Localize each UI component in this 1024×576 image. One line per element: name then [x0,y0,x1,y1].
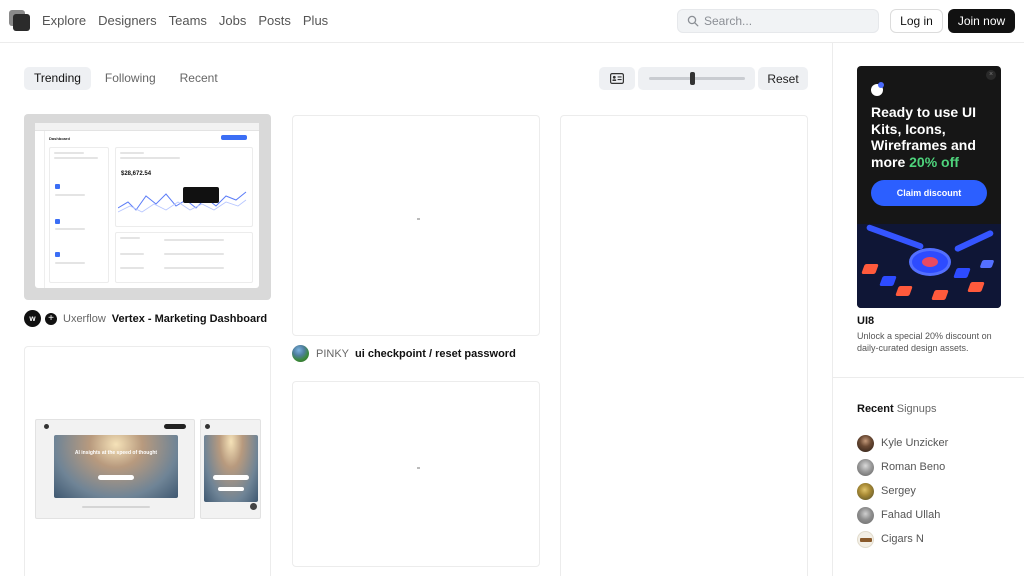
dashboard-preview: Dashboard $28,672.54 [35,123,259,288]
mobile-preview [200,419,261,519]
zoom-slider[interactable] [638,67,755,90]
signup-name: Sergey [881,485,916,497]
shot-title[interactable]: ui checkpoint / reset password [355,348,516,360]
w-logo-icon: w [29,314,36,323]
signup-name: Cigars N [881,533,924,545]
shot-thumbnail-landing[interactable]: AI insights at the speed of thought [24,346,271,576]
preview-header: Dashboard [49,136,70,141]
divider [833,377,1024,378]
shot-thumbnail-vertex[interactable]: Dashboard $28,672.54 [24,114,271,300]
desktop-preview: AI insights at the speed of thought [35,419,195,519]
nav-plus[interactable]: Plus [303,13,328,28]
plus-icon[interactable]: + [45,312,57,325]
tab-trending[interactable]: Trending [24,67,91,90]
nav-jobs[interactable]: Jobs [219,13,246,28]
login-button[interactable]: Log in [890,9,943,33]
avatar [857,530,874,548]
signup-item[interactable]: Kyle Unzicker [857,431,948,455]
id-card-icon [610,73,624,84]
shot-author[interactable]: Uxerflow [63,313,106,325]
team-avatar[interactable]: w [24,310,41,327]
sponsor-description: Unlock a special 20% discount on daily-c… [857,331,992,353]
join-button[interactable]: Join now [948,9,1015,33]
avatar [857,482,874,500]
hero-headline: AI insights at the speed of thought [74,450,158,456]
nav-designers[interactable]: Designers [98,13,157,28]
search-input[interactable] [704,13,874,29]
shot-thumbnail-empty[interactable] [560,115,808,576]
reset-button[interactable]: Reset [758,67,808,90]
zoom-thumb[interactable] [689,72,695,85]
claim-discount-button[interactable]: Claim discount [871,180,987,206]
signup-name: Fahad Ullah [881,509,941,521]
shot-meta-vertex: w + Uxerflow Vertex - Marketing Dashboar… [24,310,267,327]
preview-revenue-value: $28,672.54 [121,171,152,177]
signup-name: Kyle Unzicker [881,437,949,449]
card-view-toggle[interactable] [599,67,635,90]
nav-explore[interactable]: Explore [42,13,86,28]
ad-illustration [857,223,1001,308]
search-box[interactable] [677,9,879,33]
search-icon [687,15,699,27]
ad-headline: Ready to use UI Kits, Icons, Wireframes … [871,104,977,170]
site-logo[interactable] [9,10,31,32]
shot-title[interactable]: Vertex - Marketing Dashboard [112,313,267,325]
recent-signups-list: Kyle Unzicker Roman Beno Sergey Fahad Ul… [857,431,948,551]
close-icon[interactable]: × [986,70,996,80]
tab-following[interactable]: Following [95,67,166,90]
shot-author[interactable]: PINKY [316,348,349,360]
avatar [857,434,874,452]
feed-tabs: Trending Following Recent [24,67,232,90]
avatar [857,506,874,524]
sponsor-name[interactable]: UI8 [857,315,874,327]
tab-recent[interactable]: Recent [170,67,228,90]
nav-teams[interactable]: Teams [169,13,207,28]
top-bar: Explore Designers Teams Jobs Posts Plus … [0,0,1024,43]
ui8-logo-icon [871,82,884,96]
shot-thumbnail-loading-2[interactable] [292,381,540,567]
shot-thumbnail-loading[interactable] [292,115,540,336]
nav-posts[interactable]: Posts [258,13,291,28]
signup-item[interactable]: Roman Beno [857,455,948,479]
main-nav: Explore Designers Teams Jobs Posts Plus [42,13,340,28]
recent-signups-heading: Recent Signups [857,403,937,415]
ui8-ad[interactable]: × Ready to use UI Kits, Icons, Wireframe… [857,66,1001,308]
signup-name: Roman Beno [881,461,946,473]
zoom-track [649,77,745,80]
avatar [857,458,874,476]
signup-item[interactable]: Fahad Ullah [857,503,948,527]
author-avatar[interactable] [292,345,309,362]
signup-item[interactable]: Cigars N [857,527,948,551]
shot-meta-pinky: PINKY ui checkpoint / reset password [292,345,516,362]
right-sidebar: × Ready to use UI Kits, Icons, Wireframe… [832,43,1024,576]
signup-item[interactable]: Sergey [857,479,948,503]
